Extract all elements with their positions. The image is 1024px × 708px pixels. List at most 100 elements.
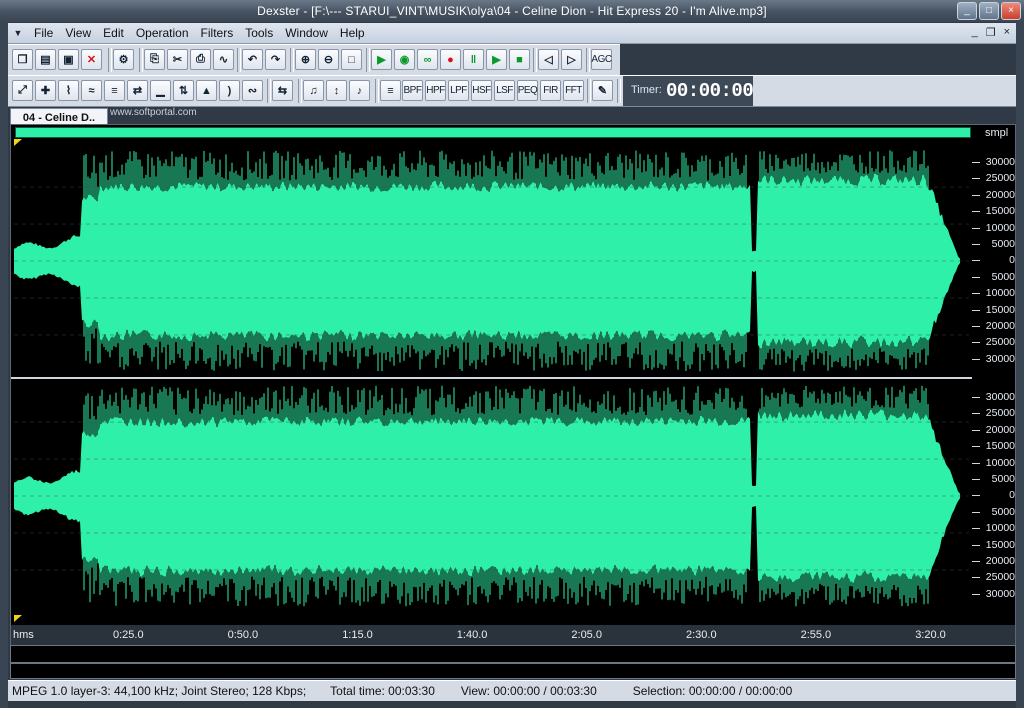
swap-channels-icon[interactable]: ⇆ — [272, 80, 293, 101]
lsf-button[interactable]: LSF — [494, 80, 515, 101]
bpf-button[interactable]: BPF — [402, 80, 423, 101]
loop-icon[interactable]: ∞ — [417, 49, 438, 70]
tempo-icon[interactable]: ↕ — [326, 80, 347, 101]
timer-label: Timer: — [631, 84, 662, 96]
redo-icon[interactable]: ↷ — [265, 49, 286, 70]
invert-icon[interactable]: ⇅ — [173, 80, 194, 101]
save-icon[interactable]: ▣ — [58, 49, 79, 70]
volume-down-icon[interactable]: ◁ — [538, 49, 559, 70]
copy-icon[interactable]: ⎘ — [144, 49, 165, 70]
waveform-canvas[interactable] — [11, 125, 972, 625]
time-label: 2:55.0 — [800, 629, 832, 641]
flanger-icon[interactable]: ∾ — [242, 80, 263, 101]
volume-up-icon[interactable]: ▷ — [561, 49, 582, 70]
time-label: 1:40.0 — [456, 629, 488, 641]
normalize-icon[interactable]: ≡ — [104, 80, 125, 101]
amplitude-tick — [972, 429, 980, 431]
hsf-button[interactable]: HSF — [471, 80, 492, 101]
window-left-border — [0, 22, 8, 708]
fit-view-icon[interactable]: ⤢ — [12, 80, 33, 101]
open-folder-icon[interactable]: ▤ — [35, 49, 56, 70]
system-menu-icon[interactable]: ▼ — [8, 28, 28, 38]
peq-button[interactable]: PEQ — [517, 80, 538, 101]
fft-button[interactable]: FFT — [563, 80, 584, 101]
menu-window[interactable]: Window — [279, 26, 334, 40]
pitch-icon[interactable]: ♫ — [303, 80, 324, 101]
menu-file[interactable]: File — [28, 26, 59, 40]
menu-filters[interactable]: Filters — [195, 26, 240, 40]
toolbar-separator — [108, 48, 112, 72]
zoom-in-icon[interactable]: ⊕ — [295, 49, 316, 70]
mix-paste-icon[interactable]: ∿ — [213, 49, 234, 70]
silence-icon[interactable]: ▁ — [150, 80, 171, 101]
status-format: MPEG 1.0 layer-3: 44,100 kHz; Joint Ster… — [12, 684, 307, 698]
eq-icon[interactable]: ≡ — [380, 80, 401, 101]
minimize-icon[interactable]: _ — [957, 2, 977, 20]
mdi-minimize-icon[interactable]: _ — [972, 26, 978, 39]
menu-tools[interactable]: Tools — [239, 26, 279, 40]
main-toolbar: ❒ ▤ ▣ ✕ ⚙ ⎘ ✂ ⎙ ∿ ↶ ↷ ⊕ ⊖ □ ▶ ◉ ∞ ● ‖ ▶ ■ ◁ ▷ AGC — [8, 44, 620, 76]
watermark: www.softportal.com — [110, 107, 197, 118]
amplitude-tick — [972, 227, 980, 229]
amplitude-tick — [972, 342, 980, 344]
play-icon[interactable]: ▶ — [371, 49, 392, 70]
end-marker-icon[interactable] — [14, 615, 22, 622]
toolbar-separator — [533, 48, 537, 72]
fir-button[interactable]: FIR — [540, 80, 561, 101]
amplitude-tick — [972, 162, 980, 163]
mdi-restore-icon[interactable]: ❐ — [986, 26, 996, 39]
close-file-icon[interactable]: ✕ — [81, 49, 102, 70]
record-icon[interactable]: ● — [440, 49, 461, 70]
close-icon[interactable]: × — [1001, 2, 1021, 20]
amplify-icon[interactable]: ▲ — [196, 80, 217, 101]
time-label: 1:15.0 — [342, 629, 373, 641]
agc-button[interactable]: AGC — [591, 49, 612, 70]
center-icon[interactable]: ✚ — [35, 80, 56, 101]
menu-help[interactable]: Help — [334, 26, 371, 40]
fade-icon[interactable]: ≈ — [81, 80, 102, 101]
stop-icon[interactable]: ■ — [509, 49, 530, 70]
amplitude-tick — [972, 358, 980, 360]
maximize-icon[interactable]: □ — [979, 2, 999, 20]
amplitude-ruler: smpl 30000 25000 20000 15000 10000 5000 0 5000 1… — [972, 125, 1015, 625]
lpf-button[interactable]: LPF — [448, 80, 469, 101]
menu-bar: ▼ File View Edit Operation Filters Tools… — [8, 23, 1016, 44]
play-to-end-icon[interactable]: ▶ — [486, 49, 507, 70]
position-bar[interactable] — [10, 663, 1016, 679]
window-right-border — [1016, 22, 1024, 708]
amplitude-tick — [972, 244, 980, 245]
menu-operation[interactable]: Operation — [130, 26, 195, 40]
waveform-icon[interactable]: ⌇ — [58, 80, 79, 101]
notes-icon[interactable]: ♪ — [349, 80, 370, 101]
time-unit: hms — [13, 629, 34, 641]
amplitude-tick — [972, 446, 980, 448]
toolbar-separator — [617, 79, 621, 103]
zoom-full-icon[interactable]: □ — [341, 49, 362, 70]
timer-panel: Timer: 00:00:00 — [623, 76, 754, 106]
edit-filter-icon[interactable]: ✎ — [592, 80, 613, 101]
cut-icon[interactable]: ✂ — [167, 49, 188, 70]
mdi-close-icon[interactable]: × — [1004, 26, 1010, 39]
status-bar: MPEG 1.0 layer-3: 44,100 kHz; Joint Ster… — [8, 680, 1016, 701]
play-selection-icon[interactable]: ◉ — [394, 49, 415, 70]
echo-icon[interactable]: ) — [219, 80, 240, 101]
menu-view[interactable]: View — [59, 26, 97, 40]
reverse-icon[interactable]: ⇄ — [127, 80, 148, 101]
horizontal-scrollbar[interactable] — [10, 645, 1016, 663]
undo-icon[interactable]: ↶ — [242, 49, 263, 70]
properties-icon[interactable]: ⚙ — [113, 49, 134, 70]
new-file-icon[interactable]: ❒ — [12, 49, 33, 70]
paste-icon[interactable]: ⎙ — [190, 49, 211, 70]
waveform-view[interactable]: smpl 30000 25000 20000 15000 10000 5000 0 5000 1… — [10, 124, 1016, 646]
hpf-button[interactable]: HPF — [425, 80, 446, 101]
title-bar[interactable]: Dexster - [F:\--- STARUI_VINT\MUSIK\olya… — [0, 0, 1024, 22]
amplitude-tick — [972, 495, 980, 497]
menu-edit[interactable]: Edit — [97, 26, 130, 40]
amplitude-tick — [972, 397, 980, 398]
toolbar-separator — [267, 79, 271, 103]
start-marker-icon[interactable] — [14, 139, 22, 146]
zoom-out-icon[interactable]: ⊖ — [318, 49, 339, 70]
toolbar-separator — [298, 79, 302, 103]
time-label: 0:50.0 — [227, 629, 259, 641]
pause-icon[interactable]: ‖ — [463, 49, 484, 70]
